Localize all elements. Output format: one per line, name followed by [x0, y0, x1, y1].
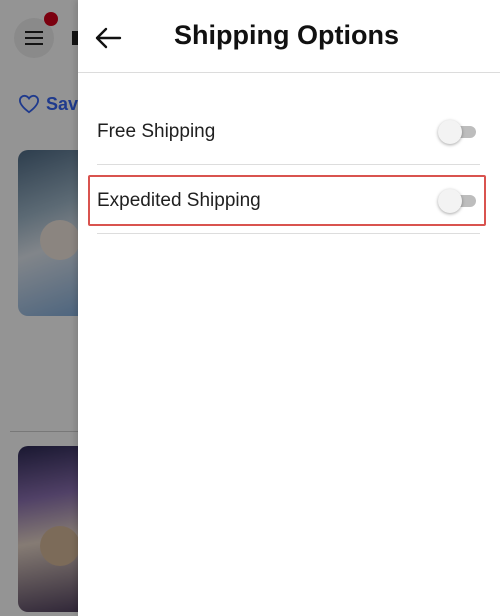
expedited-shipping-label: Expedited Shipping [97, 189, 261, 211]
free-shipping-toggle[interactable] [438, 119, 478, 144]
toggle-knob [438, 188, 462, 213]
back-button[interactable] [92, 22, 124, 54]
arrow-left-icon [95, 27, 122, 49]
panel-header: Shipping Options [78, 0, 500, 73]
free-shipping-row[interactable]: Free Shipping [97, 99, 480, 165]
page-title: Shipping Options [174, 20, 399, 50]
expedited-shipping-row[interactable]: Expedited Shipping [97, 168, 480, 234]
shipping-options-panel: Shipping Options Free Shipping Expedited… [78, 0, 500, 616]
free-shipping-label: Free Shipping [97, 120, 216, 142]
expedited-shipping-toggle[interactable] [438, 188, 478, 213]
toggle-knob [438, 119, 462, 144]
